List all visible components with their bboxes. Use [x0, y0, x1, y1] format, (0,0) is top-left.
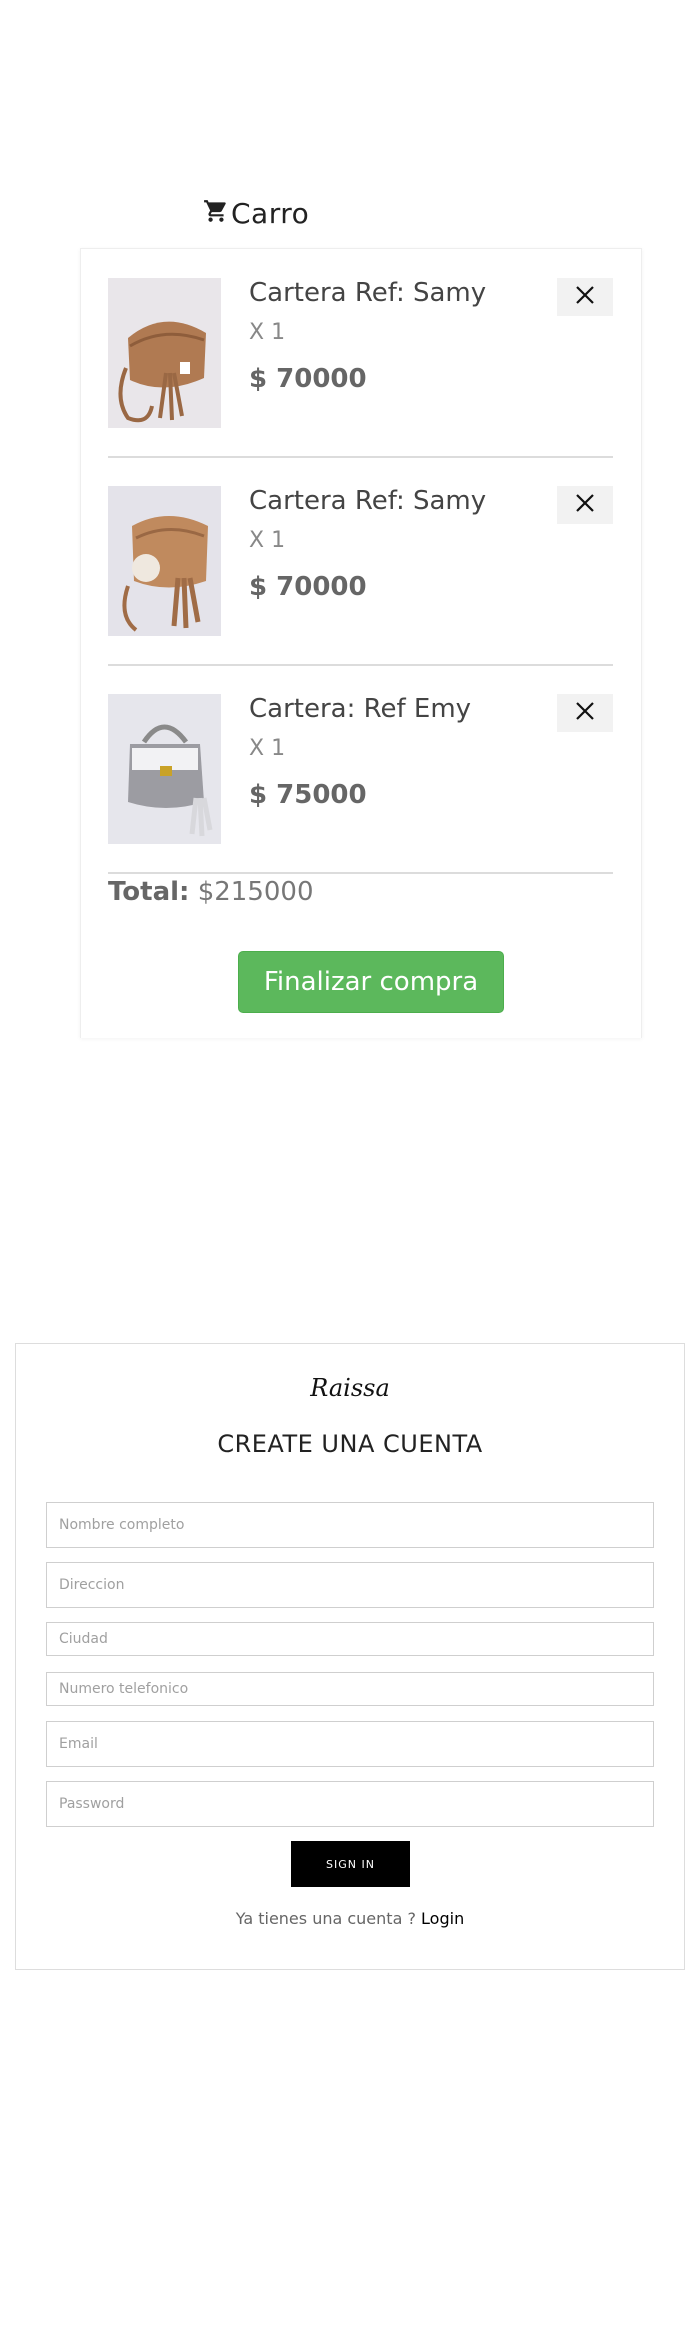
have-account-text: Ya tienes una cuenta ?: [235, 1909, 416, 1928]
phone-field[interactable]: [46, 1672, 654, 1706]
item-divider: [108, 872, 613, 874]
total-label: Total:: [108, 877, 190, 907]
product-name: Cartera Ref: Samy: [249, 486, 487, 516]
product-thumbnail[interactable]: [108, 278, 221, 428]
total-value: $215000: [197, 877, 314, 907]
address-field[interactable]: [46, 1562, 654, 1608]
product-name: Cartera: Ref Emy: [249, 694, 472, 724]
cart-item: Cartera Ref: Samy X 1 $ 70000: [108, 486, 613, 666]
cart-item: Cartera Ref: Samy X 1 $ 70000: [108, 278, 613, 458]
login-prompt: Ya tienes una cuenta ? Login: [16, 1909, 684, 1928]
product-thumbnail[interactable]: [108, 694, 221, 844]
create-account-card: Raissa CREATE UNA CUENTA SIGN IN Ya tien…: [15, 1343, 685, 1970]
login-link[interactable]: Login: [421, 1909, 464, 1928]
product-thumbnail[interactable]: [108, 486, 221, 636]
password-field[interactable]: [46, 1781, 654, 1827]
cart-total: Total: $215000: [108, 877, 314, 907]
remove-item-button[interactable]: [557, 694, 613, 732]
sign-in-button[interactable]: SIGN IN: [291, 1841, 410, 1887]
fullname-field[interactable]: [46, 1502, 654, 1548]
city-field[interactable]: [46, 1622, 654, 1656]
close-icon: [575, 285, 595, 309]
remove-item-button[interactable]: [557, 486, 613, 524]
close-icon: [575, 493, 595, 517]
product-name: Cartera Ref: Samy: [249, 278, 487, 308]
email-field[interactable]: [46, 1721, 654, 1767]
product-price: $ 75000: [249, 780, 367, 810]
product-quantity: X 1: [249, 736, 286, 761]
cart-panel: Cartera Ref: Samy X 1 $ 70000 Cartera Re…: [80, 248, 642, 1038]
item-divider: [108, 456, 613, 458]
cart-header: Carro: [203, 193, 309, 233]
product-price: $ 70000: [249, 572, 367, 602]
brand-logo: Raissa: [310, 1374, 390, 1402]
checkout-button[interactable]: Finalizar compra: [238, 951, 504, 1013]
product-quantity: X 1: [249, 528, 286, 553]
shopping-cart-icon: [203, 198, 229, 228]
product-price: $ 70000: [249, 364, 367, 394]
cart-item: Cartera: Ref Emy X 1 $ 75000: [108, 694, 613, 874]
page-title: CREATE UNA CUENTA: [217, 1430, 483, 1458]
item-divider: [108, 664, 613, 666]
product-quantity: X 1: [249, 320, 286, 345]
close-icon: [575, 701, 595, 725]
remove-item-button[interactable]: [557, 278, 613, 316]
cart-title: Carro: [231, 196, 310, 230]
